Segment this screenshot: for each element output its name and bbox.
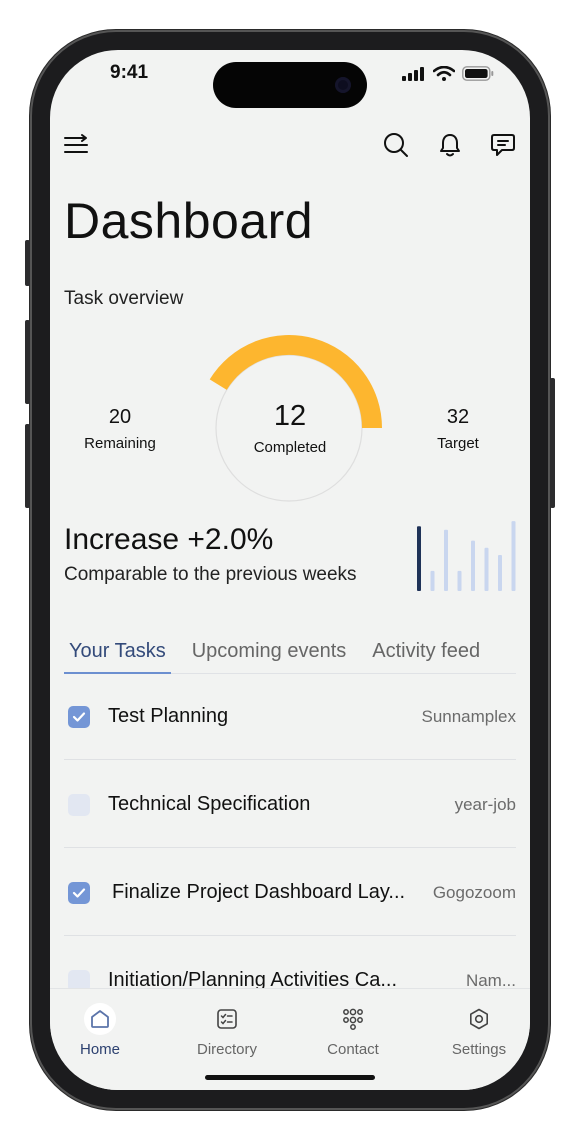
- remaining-stat: 20 Remaining: [70, 406, 170, 452]
- nav-contact-label: Contact: [327, 1041, 379, 1058]
- search-icon[interactable]: [381, 130, 411, 160]
- task-row[interactable]: Finalize Project Dashboard Lay... Gogozo…: [64, 848, 516, 936]
- nav-home-label: Home: [79, 1041, 120, 1058]
- remaining-value: 20: [108, 406, 132, 428]
- bell-icon[interactable]: [435, 130, 465, 160]
- nav-directory[interactable]: Directory: [177, 1003, 277, 1058]
- dynamic-island: [213, 62, 367, 108]
- page-title: Dashboard: [64, 193, 314, 249]
- checkmark-icon: [72, 712, 86, 722]
- nav-directory-label: Directory: [196, 1041, 257, 1058]
- increase-headline: Increase +2.0%: [64, 523, 274, 556]
- trend-bar: [430, 570, 435, 591]
- task-checkbox[interactable]: [68, 794, 90, 816]
- battery-icon: [462, 66, 494, 81]
- wifi-icon: [433, 66, 455, 81]
- target-value: 32: [446, 406, 470, 428]
- checkmark-icon: [72, 888, 86, 898]
- task-name: Technical Specification: [108, 793, 311, 815]
- remaining-label: Remaining: [84, 435, 156, 452]
- power-button: [550, 378, 555, 508]
- task-org: Gogozoom: [432, 883, 516, 902]
- completed-value: 12: [273, 400, 307, 432]
- task-overview-label: Task overview: [64, 288, 184, 309]
- task-checkbox[interactable]: [68, 706, 90, 728]
- menu-icon[interactable]: [62, 130, 92, 160]
- task-row[interactable]: Technical Specification year-job: [64, 760, 516, 848]
- nav-home[interactable]: Home: [50, 1003, 150, 1058]
- settings-icon: [463, 1003, 495, 1035]
- task-name: Finalize Project Dashboard Lay...: [112, 881, 406, 903]
- volume-up-button: [25, 320, 30, 404]
- signal-icon: [402, 66, 424, 81]
- status-time: 9:41: [110, 62, 149, 83]
- trend-bar: [444, 529, 448, 591]
- directory-icon: [211, 1003, 243, 1035]
- task-name: Test Planning: [108, 705, 229, 727]
- trend-bar: [498, 555, 502, 591]
- tab-upcoming-events[interactable]: Upcoming events: [187, 640, 352, 674]
- message-icon[interactable]: [488, 130, 518, 160]
- trend-bar: [471, 540, 475, 591]
- task-org: Sunnamplex: [421, 707, 516, 726]
- task-checkbox[interactable]: [68, 882, 90, 904]
- status-icons: [402, 66, 494, 81]
- home-indicator: [205, 1075, 375, 1080]
- task-tabs: Your Tasks Upcoming events Activity feed: [64, 640, 516, 674]
- target-stat: 32 Target: [408, 406, 508, 452]
- task-org: year-job: [454, 795, 516, 814]
- nav-settings-label: Settings: [451, 1041, 507, 1058]
- task-row[interactable]: Test Planning Sunnamplex: [64, 672, 516, 760]
- camera-icon: [335, 77, 351, 93]
- action-button: [25, 240, 30, 286]
- screen: 9:41 Dashboard Task overview 20 Remainin…: [50, 50, 530, 1090]
- volume-down-button: [25, 424, 30, 508]
- home-icon: [84, 1003, 116, 1035]
- trend-bar: [457, 570, 462, 591]
- comparison-subtitle: Comparable to the previous weeks: [64, 564, 357, 585]
- trend-bar: [417, 526, 421, 591]
- tab-activity-feed[interactable]: Activity feed: [367, 640, 485, 674]
- completed-label: Completed: [253, 439, 327, 456]
- trend-bar: [511, 521, 516, 591]
- nav-settings[interactable]: Settings: [429, 1003, 529, 1058]
- tab-your-tasks[interactable]: Your Tasks: [64, 640, 171, 674]
- trend-bar-chart: [417, 521, 516, 591]
- target-label: Target: [437, 435, 479, 452]
- contact-icon: [337, 1003, 369, 1035]
- nav-contact[interactable]: Contact: [303, 1003, 403, 1058]
- trend-bar: [484, 547, 489, 591]
